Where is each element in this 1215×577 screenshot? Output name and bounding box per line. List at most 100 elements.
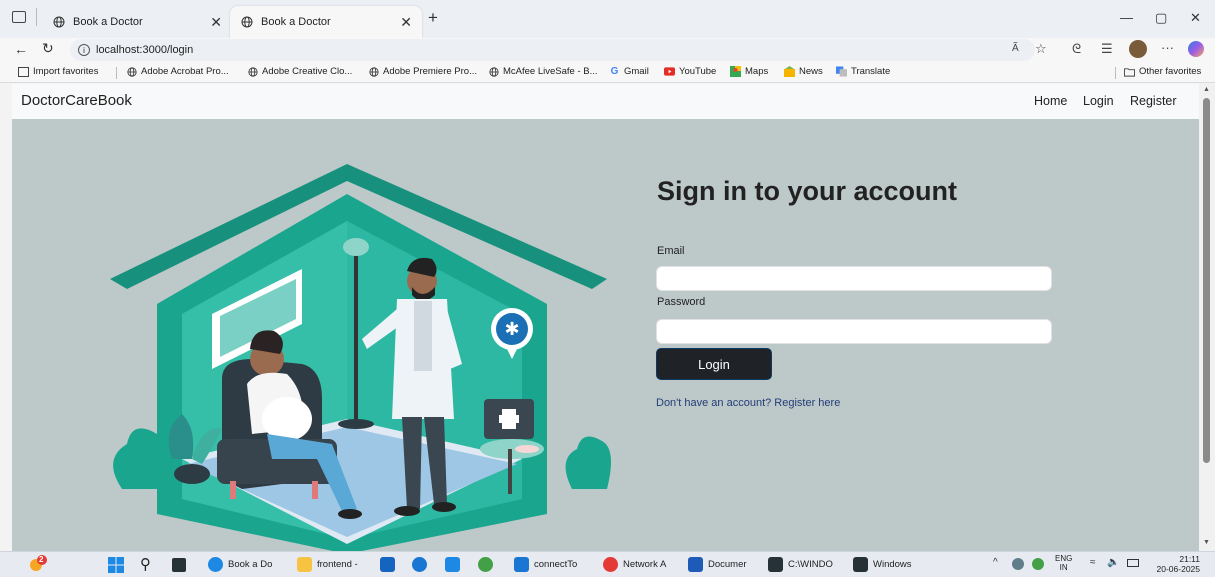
language-indicator[interactable]: ENG IN: [1055, 554, 1072, 572]
page-title: Sign in to your account: [657, 176, 958, 206]
favorite-translate[interactable]: Translate: [836, 66, 890, 77]
refresh-icon[interactable]: ↻: [42, 40, 54, 57]
app-icon: [478, 557, 493, 572]
favorite-youtube[interactable]: YouTube: [664, 66, 716, 77]
favorite-gmail[interactable]: G Gmail: [609, 66, 649, 77]
news-icon: [784, 66, 795, 77]
close-tab-icon[interactable]: ✕: [400, 14, 412, 31]
new-tab-icon[interactable]: +: [428, 8, 438, 28]
svg-text:✱: ✱: [504, 319, 519, 340]
address-bar[interactable]: i localhost:3000/login: [70, 39, 1035, 61]
favorite-item[interactable]: Adobe Premiere Pro...: [368, 66, 477, 77]
folder-icon: [297, 557, 312, 572]
password-label: Password: [657, 296, 706, 308]
import-icon: [18, 66, 29, 77]
volume-icon[interactable]: 🔈: [1107, 557, 1119, 568]
globe-icon: [488, 66, 499, 77]
mail-icon: [412, 557, 427, 572]
clock[interactable]: 21:11 20-06-2025: [1152, 554, 1200, 574]
favorite-maps[interactable]: Maps: [730, 66, 768, 77]
taskbar-item[interactable]: frontend -: [297, 557, 358, 572]
favorite-import[interactable]: Import favorites: [18, 66, 98, 77]
chrome-icon: [603, 557, 618, 572]
close-tab-icon[interactable]: ✕: [210, 14, 222, 31]
page-scrollbar[interactable]: ▲ ▼: [1199, 84, 1215, 551]
taskbar-item[interactable]: C:\WINDO: [768, 557, 833, 572]
email-field[interactable]: [656, 266, 1052, 291]
weather-badge: 2: [39, 555, 44, 564]
translate-icon: [836, 66, 847, 77]
taskbar-item[interactable]: Documer: [688, 557, 747, 572]
register-link[interactable]: Don't have an account? Register here: [656, 397, 840, 409]
tab-title: Book a Doctor: [73, 16, 143, 28]
windows-taskbar: 2 ⚲ Book a Do frontend - connectTo Netwo…: [0, 551, 1215, 577]
vscode-icon: [514, 557, 529, 572]
terminal-icon: [853, 557, 868, 572]
chevron-up-icon[interactable]: ^: [993, 557, 998, 568]
store-icon: [380, 557, 395, 572]
minimize-icon[interactable]: —: [1120, 10, 1133, 25]
wifi-icon[interactable]: ≈: [1090, 557, 1096, 568]
scroll-down-icon[interactable]: ▼: [1203, 539, 1210, 546]
tab-actions-icon[interactable]: [12, 11, 26, 23]
copilot-icon[interactable]: [1188, 41, 1204, 57]
maximize-icon[interactable]: ▢: [1155, 10, 1167, 26]
browser-tab-1[interactable]: Book a Doctor ✕: [42, 6, 232, 38]
folder-icon: [1124, 66, 1135, 77]
browser-tab-bar: Book a Doctor ✕ Book a Doctor ✕ + — ▢ ✕: [0, 0, 1215, 38]
browser-tab-2[interactable]: Book a Doctor ✕: [230, 6, 422, 38]
scrollbar-thumb[interactable]: [1203, 98, 1210, 463]
nav-home[interactable]: Home: [1034, 94, 1067, 108]
tab-divider: [36, 8, 37, 26]
weather-icon[interactable]: 2: [28, 555, 48, 573]
doctor-house-illustration: ✱: [110, 164, 611, 551]
taskbar-item[interactable]: [478, 557, 498, 572]
globe-icon: [126, 66, 137, 77]
login-hero: ✱ Sign in to your account Email Password…: [12, 119, 1199, 551]
favorite-item[interactable]: Adobe Creative Clo...: [247, 66, 352, 77]
taskbar-item[interactable]: Book a Do: [208, 557, 272, 572]
favorites-icon[interactable]: ☰: [1101, 41, 1113, 57]
favorite-item[interactable]: McAfee LiveSafe - B...: [488, 66, 598, 77]
search-icon[interactable]: ⚲: [140, 555, 151, 573]
tab-title: Book a Doctor: [261, 16, 331, 28]
back-icon[interactable]: ←: [14, 41, 28, 57]
favorite-news[interactable]: News: [784, 66, 823, 77]
taskbar-item[interactable]: [445, 557, 465, 572]
profile-avatar[interactable]: [1129, 40, 1147, 58]
fav-divider: [116, 67, 117, 79]
url-text: localhost:3000/login: [96, 44, 194, 56]
read-aloud-icon[interactable]: A᷉: [1012, 43, 1019, 54]
tray-app-icon[interactable]: [1012, 558, 1024, 570]
battery-icon[interactable]: [1127, 559, 1139, 567]
fav-divider: [1115, 67, 1116, 79]
star-icon[interactable]: ☆: [1035, 41, 1047, 57]
taskbar-item[interactable]: [412, 557, 432, 572]
taskbar-item[interactable]: connectTo: [514, 557, 577, 572]
word-icon: [688, 557, 703, 572]
nav-login[interactable]: Login: [1083, 94, 1114, 108]
address-row: ← ↻ i localhost:3000/login A᷉ ☆ ᘓ ☰ ···: [0, 38, 1215, 64]
edge-icon: [208, 557, 223, 572]
extensions-icon[interactable]: ᘓ: [1072, 41, 1081, 57]
favorite-item[interactable]: Adobe Acrobat Pro...: [126, 66, 229, 77]
password-field[interactable]: [656, 319, 1052, 344]
taskbar-item[interactable]: Network A: [603, 557, 666, 572]
taskbar-item[interactable]: Windows: [853, 557, 912, 572]
globe-icon: [240, 15, 254, 29]
more-icon[interactable]: ···: [1161, 40, 1174, 55]
site-brand[interactable]: DoctorCareBook: [21, 92, 132, 109]
nav-register[interactable]: Register: [1130, 94, 1177, 108]
login-button[interactable]: Login: [656, 348, 772, 380]
taskbar-item[interactable]: [380, 557, 400, 572]
globe-icon: [368, 66, 379, 77]
google-icon: G: [610, 66, 619, 77]
start-icon[interactable]: [108, 557, 124, 573]
web-page: DoctorCareBook Home Login Register ✱ Sig…: [12, 84, 1199, 551]
scroll-up-icon[interactable]: ▲: [1203, 86, 1210, 93]
close-window-icon[interactable]: ✕: [1190, 10, 1201, 26]
info-icon[interactable]: i: [78, 44, 90, 56]
tray-app-icon[interactable]: [1032, 558, 1044, 570]
other-favorites[interactable]: Other favorites: [1124, 66, 1201, 77]
task-view-icon[interactable]: [172, 558, 186, 572]
